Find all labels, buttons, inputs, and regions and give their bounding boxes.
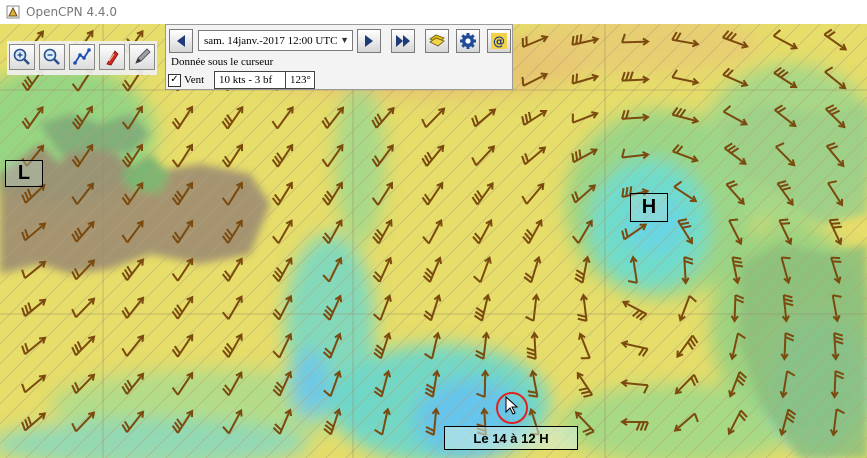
cursor-data-label: Donnée sous le curseur (171, 56, 274, 68)
wind-label: Vent (184, 74, 205, 86)
arrow-left-icon (177, 35, 185, 47)
forecast-time-label: Le 14 à 12 H (444, 426, 578, 450)
low-pressure-marker: L (5, 160, 43, 187)
grib-file-icon (429, 34, 445, 47)
wind-direction-value: 123° (285, 71, 315, 89)
ship-icon (106, 50, 119, 66)
time-select[interactable]: sam. 14janv.-2017 12:00 UTC ▼ (198, 30, 353, 51)
prev-time-button[interactable] (169, 29, 193, 53)
title-bar: OpenCPN 4.4.0 (0, 0, 867, 25)
zoom-out-icon (43, 48, 60, 65)
zoom-in-button[interactable] (9, 44, 35, 70)
next-time-button[interactable] (357, 29, 381, 53)
grib-file-button[interactable] (425, 29, 449, 53)
pencil-icon (135, 48, 151, 64)
wind-speed-value: 10 kts - 3 bf (214, 71, 286, 89)
gear-icon (460, 33, 476, 49)
opencpn-app-icon (6, 5, 20, 19)
chevron-down-icon: ▼ (340, 35, 349, 45)
wind-checkbox[interactable]: ✓ (168, 73, 181, 87)
route-button[interactable] (69, 44, 95, 70)
pencil-button[interactable] (129, 44, 155, 70)
fast-forward-icon (396, 35, 410, 47)
zoom-in-icon (13, 48, 30, 65)
time-select-value: sam. 14janv.-2017 12:00 UTC (204, 34, 338, 47)
grib-control-panel: sam. 14janv.-2017 12:00 UTC ▼ @ Donnée s… (165, 24, 513, 90)
mouse-pointer-icon (505, 396, 519, 415)
zoom-out-button[interactable] (39, 44, 65, 70)
high-pressure-marker: H (630, 193, 668, 222)
request-button[interactable]: @ (487, 29, 511, 53)
settings-button[interactable] (456, 29, 480, 53)
svg-text:@: @ (493, 35, 505, 49)
route-icon (73, 48, 91, 65)
wind-data-row: ✓ Vent 10 kts - 3 bf 123° (168, 70, 315, 90)
checkmark-icon: ✓ (170, 74, 179, 85)
play-button[interactable] (391, 29, 415, 53)
main-toolbar (7, 41, 157, 75)
at-sign-icon: @ (491, 33, 507, 49)
ship-button[interactable] (99, 44, 125, 70)
window-title: OpenCPN 4.4.0 (26, 5, 117, 19)
arrow-right-icon (365, 35, 373, 47)
